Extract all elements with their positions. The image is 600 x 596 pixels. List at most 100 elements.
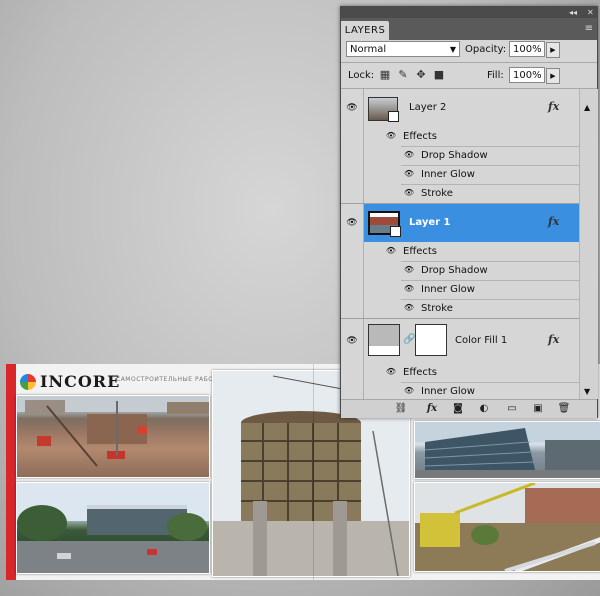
- visibility-column: [341, 382, 364, 399]
- visibility-column: [341, 127, 364, 146]
- layer-name[interactable]: Layer 2: [409, 102, 446, 113]
- layer-row-layer-2[interactable]: 👁 Layer 2 fx: [341, 89, 579, 127]
- lock-transparent-icon[interactable]: ▦: [379, 69, 391, 81]
- effect-name: Drop Shadow: [421, 150, 488, 161]
- fill-label: Fill:: [487, 70, 504, 81]
- eye-icon[interactable]: 👁: [346, 335, 358, 347]
- eye-icon[interactable]: 👁: [403, 188, 415, 198]
- effect-name: Stroke: [421, 303, 453, 314]
- fx-icon[interactable]: fx: [548, 215, 559, 228]
- visibility-column: [341, 261, 364, 280]
- eye-icon[interactable]: 👁: [385, 246, 397, 256]
- visibility-column: [341, 363, 364, 382]
- opacity-label: Opacity:: [465, 44, 507, 55]
- visibility-column: [341, 165, 364, 184]
- separator: [341, 62, 597, 63]
- lock-position-icon[interactable]: ✥: [415, 69, 427, 81]
- blend-mode-select[interactable]: Normal ▼: [346, 41, 460, 57]
- eye-icon[interactable]: 👁: [385, 367, 397, 377]
- effect-row-inner-glow[interactable]: 👁 Inner Glow: [341, 280, 579, 299]
- group-folder-icon[interactable]: ▭: [503, 403, 521, 415]
- eye-icon[interactable]: 👁: [403, 303, 415, 313]
- layer-mask-thumbnail[interactable]: [415, 324, 447, 356]
- fill-field[interactable]: 100%: [509, 67, 545, 83]
- eye-icon[interactable]: 👁: [403, 169, 415, 179]
- effects-row[interactable]: 👁 Effects: [341, 242, 579, 261]
- scroll-up-icon[interactable]: ▲: [584, 103, 590, 112]
- blend-mode-value: Normal: [350, 44, 387, 55]
- panel-titlebar[interactable]: ◂◂ ✕: [341, 7, 597, 18]
- opacity-slider-button[interactable]: ▶: [546, 42, 560, 58]
- adjustment-layer-icon[interactable]: ◐: [475, 403, 493, 415]
- collapse-icon[interactable]: ◂◂: [569, 7, 577, 18]
- effect-name: Inner Glow: [421, 386, 475, 397]
- effects-row[interactable]: 👁 Effects: [341, 127, 579, 146]
- logo-mark-icon: [20, 374, 36, 390]
- visibility-column: [341, 299, 364, 318]
- fill-thumbnail: [368, 324, 400, 356]
- effect-row-inner-glow[interactable]: 👁 Inner Glow: [341, 382, 579, 399]
- logo-text: INCORE: [40, 372, 121, 391]
- effect-name: Drop Shadow: [421, 265, 488, 276]
- layer-row-color-fill-1[interactable]: 👁 🔗 Color Fill 1 fx: [341, 319, 579, 363]
- scroll-down-icon[interactable]: ▼: [584, 387, 590, 396]
- eye-icon[interactable]: 👁: [403, 386, 415, 396]
- link-layers-icon[interactable]: ⛓: [391, 403, 411, 415]
- eye-icon[interactable]: 👁: [346, 217, 358, 229]
- add-mask-icon[interactable]: ◙: [449, 403, 467, 415]
- lock-image-icon[interactable]: ✎: [397, 69, 409, 81]
- layer-name[interactable]: Layer 1: [409, 217, 450, 228]
- effects-label: Effects: [403, 131, 437, 142]
- brochure-red-bar: [6, 364, 16, 580]
- effects-row[interactable]: 👁 Effects: [341, 363, 579, 382]
- visibility-column: [341, 280, 364, 299]
- panel-tab-row: LAYERS ≡: [341, 18, 597, 40]
- add-style-icon[interactable]: fx: [421, 403, 443, 415]
- eye-icon[interactable]: 👁: [403, 150, 415, 160]
- visibility-column: 👁: [341, 204, 364, 242]
- effects-label: Effects: [403, 246, 437, 257]
- visibility-column: 👁: [341, 319, 364, 363]
- link-icon[interactable]: 🔗: [403, 334, 415, 345]
- layer-name[interactable]: Color Fill 1: [455, 335, 507, 346]
- panel-bottom-toolbar: ⛓ fx ◙ ◐ ▭ ▣ 🗑: [341, 399, 597, 418]
- lock-all-icon[interactable]: ■: [433, 69, 445, 81]
- effect-name: Inner Glow: [421, 169, 475, 180]
- eye-icon[interactable]: 👁: [403, 284, 415, 294]
- close-icon[interactable]: ✕: [587, 7, 594, 18]
- effect-row-drop-shadow[interactable]: 👁 Drop Shadow: [341, 261, 579, 280]
- tab-layers[interactable]: LAYERS: [341, 21, 389, 40]
- smart-object-icon: [388, 111, 399, 122]
- effect-row-stroke[interactable]: 👁 Stroke: [341, 184, 579, 203]
- opacity-field[interactable]: 100%: [509, 41, 545, 57]
- effect-row-drop-shadow[interactable]: 👁 Drop Shadow: [341, 146, 579, 165]
- new-layer-icon[interactable]: ▣: [529, 403, 547, 415]
- crane-site-photo: [414, 482, 600, 572]
- chevron-down-icon: ▼: [449, 45, 456, 54]
- fill-slider-button[interactable]: ▶: [546, 68, 560, 84]
- effect-row-stroke[interactable]: 👁 Stroke: [341, 299, 579, 318]
- office-building-photo: [16, 482, 210, 574]
- fx-icon[interactable]: fx: [548, 333, 559, 346]
- fx-icon[interactable]: fx: [548, 100, 559, 113]
- eye-icon[interactable]: 👁: [346, 102, 358, 114]
- visibility-column: 👁: [341, 89, 364, 127]
- panel-menu-icon[interactable]: ≡: [585, 23, 593, 34]
- layers-panel: ◂◂ ✕ LAYERS ≡ Normal ▼ Opacity: 100% ▶ L…: [340, 6, 598, 418]
- brochure-tagline: САМОСТРОИТЕЛЬНЫЕ РАБОТЫ: [116, 376, 224, 383]
- layers-list: 👁 Layer 2 fx 👁 Effects 👁 Drop Shadow 👁 I…: [341, 89, 579, 399]
- effect-row-inner-glow[interactable]: 👁 Inner Glow: [341, 165, 579, 184]
- smart-object-icon: [390, 226, 401, 237]
- eye-icon[interactable]: 👁: [403, 265, 415, 275]
- layers-scrollbar[interactable]: ▲ ▼: [579, 89, 598, 399]
- page-fold: [313, 364, 314, 580]
- layer-row-layer-1[interactable]: 👁 Layer 1 fx: [341, 204, 579, 242]
- lock-label: Lock:: [348, 70, 375, 81]
- effect-name: Inner Glow: [421, 284, 475, 295]
- construction-site-photo: [16, 395, 210, 478]
- trash-icon[interactable]: 🗑: [555, 403, 573, 415]
- visibility-column: [341, 242, 364, 261]
- visibility-column: [341, 146, 364, 165]
- eye-icon[interactable]: 👁: [385, 131, 397, 141]
- visibility-column: [341, 184, 364, 203]
